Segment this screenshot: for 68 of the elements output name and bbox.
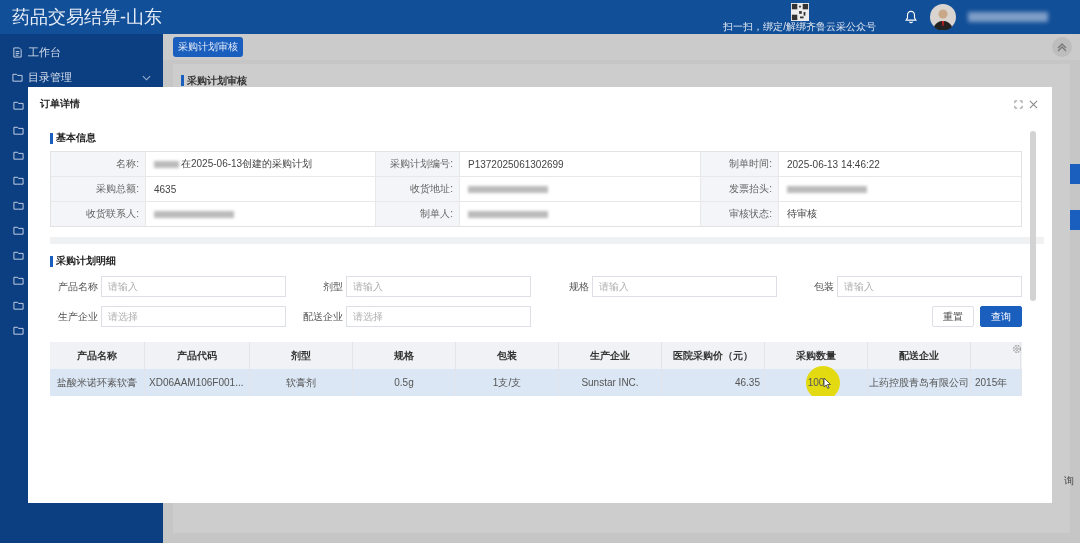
filter-label: 剂型 — [323, 279, 343, 294]
table-cell: 盐酸米诺环素软膏 — [50, 369, 145, 396]
button-text-fragment: 询 — [1064, 474, 1074, 488]
filter-label: 包装 — [814, 279, 834, 294]
folder-icon[interactable] — [13, 300, 24, 311]
app-title: 药品交易结算-山东 — [12, 6, 163, 29]
table-cell: 2015年 — [971, 369, 1021, 396]
field-label: 收货地址: — [376, 177, 460, 201]
collapse-icon[interactable] — [1052, 37, 1072, 57]
cursor-icon — [823, 377, 831, 389]
folder-icon[interactable] — [13, 200, 24, 211]
field-label: 采购计划编号: — [376, 152, 460, 176]
field-label: 采购总额: — [51, 177, 146, 201]
field-value: 4635 — [154, 183, 177, 195]
search-button[interactable]: 查询 — [980, 306, 1022, 327]
table-cell: 1支/支 — [456, 369, 559, 396]
qr-code-icon — [790, 2, 809, 21]
table-cell: 100 — [765, 369, 868, 396]
table-cell: 上药控股青岛有限公司 — [868, 369, 971, 396]
filter-field[interactable]: 请输入 — [346, 276, 531, 297]
filter-field[interactable]: 请选择 — [346, 306, 531, 327]
filter-label: 规格 — [568, 279, 589, 294]
folder-icon[interactable] — [13, 225, 24, 236]
close-icon[interactable] — [1029, 99, 1038, 109]
filter-field[interactable]: 请输入 — [837, 276, 1022, 297]
folder-icon[interactable] — [13, 175, 24, 186]
filter-label: 产品名称 — [57, 279, 98, 294]
section-title: 基本信息 — [56, 131, 96, 145]
table-cell: 软膏剂 — [250, 369, 353, 396]
field-value: 在2025-06-13创建的采购计划 — [181, 157, 313, 171]
field-label: 发票抬头: — [701, 177, 779, 201]
avatar-icon[interactable] — [930, 4, 956, 30]
field-label: 名称: — [51, 152, 146, 176]
reset-button[interactable]: 重置 — [932, 306, 974, 327]
table-cell: Sunstar INC. — [559, 369, 662, 396]
qr-caption: 扫一扫，绑定/解绑齐鲁云采公众号 — [723, 20, 876, 32]
chevron-down-icon[interactable] — [142, 74, 151, 81]
field-value: P1372025061302699 — [468, 158, 564, 170]
sidebar-item[interactable]: 目录管理 — [0, 65, 163, 90]
table-cell: XD06AAM106F001... — [145, 369, 250, 396]
filter-field[interactable]: 请输入 — [591, 276, 777, 297]
field-label: 制单时间: — [701, 152, 779, 176]
notification-bell-icon[interactable] — [904, 10, 918, 24]
filter-field[interactable]: 请输入 — [100, 276, 286, 297]
sidebar-item[interactable]: 工作台 — [0, 40, 163, 65]
folder-icon[interactable] — [13, 150, 24, 161]
field-label: 制单人: — [376, 202, 460, 226]
field-value: 2025-06-13 14:46:22 — [787, 158, 880, 170]
filter-field[interactable]: 请选择 — [100, 306, 286, 327]
folder-icon[interactable] — [13, 325, 24, 336]
scrollbar[interactable] — [1030, 131, 1036, 301]
table-row[interactable]: 盐酸米诺环素软膏 XD06AAM106F001... 软膏剂 0.5g 1支/支 Sunstar INC. 46.35 100 上药控股青岛有限公司 2015年 — [50, 369, 1022, 396]
folder-icon[interactable] — [13, 100, 24, 111]
filter-label: 生产企业 — [57, 309, 98, 324]
folder-icon[interactable] — [13, 125, 24, 136]
section-title: 采购计划明细 — [56, 254, 116, 268]
document-icon — [12, 47, 23, 58]
field-value: 待审核 — [787, 207, 817, 221]
folder-icon[interactable] — [13, 275, 24, 286]
page-tab[interactable]: 采购计划审核 — [173, 37, 243, 57]
filter-label: 配送企业 — [303, 309, 343, 324]
field-label: 收货联系人: — [51, 202, 146, 226]
dialog-title: 订单详情 — [40, 97, 81, 111]
table-cell: 0.5g — [353, 369, 456, 396]
folder-icon[interactable] — [13, 250, 24, 261]
field-label: 审核状态: — [701, 202, 779, 226]
folder-icon — [12, 72, 23, 83]
table-cell: 46.35 — [662, 369, 765, 396]
